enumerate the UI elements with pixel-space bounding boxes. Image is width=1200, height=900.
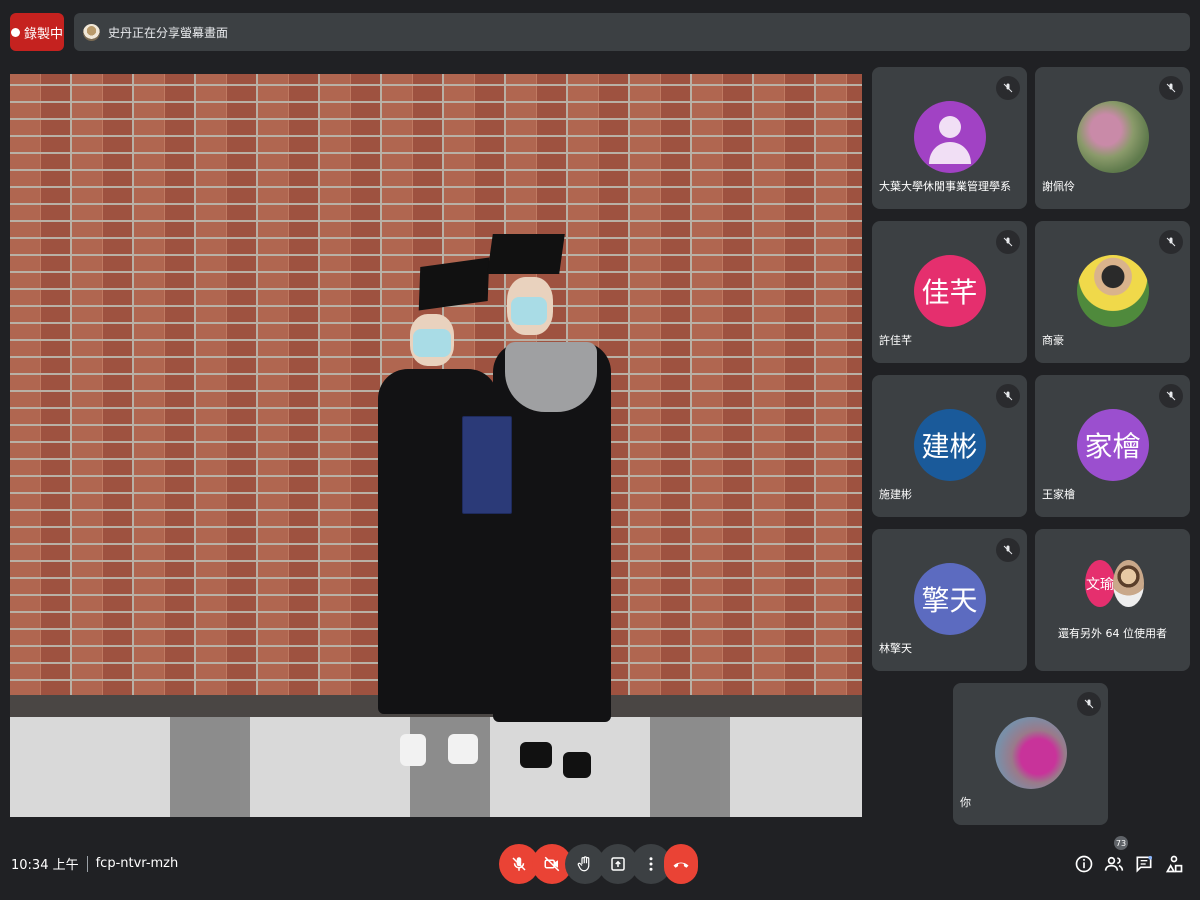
- participant-name: 林擎天: [879, 642, 912, 655]
- end-call-button[interactable]: [664, 844, 698, 884]
- mic-off-icon: [996, 76, 1020, 100]
- activities-icon: [1165, 855, 1183, 873]
- avatar: 建彬: [913, 409, 986, 481]
- participant-name: 許佳芊: [879, 334, 912, 347]
- avatar: [1076, 255, 1149, 327]
- recording-label: 錄製中: [23, 26, 63, 42]
- people-count-badge: 73: [1114, 836, 1128, 850]
- participant-tile[interactable]: 擎天 林擎天: [872, 529, 1027, 671]
- participant-name: 大葉大學休閒事業管理學系: [879, 180, 1011, 193]
- avatar: 擎天: [913, 563, 986, 635]
- presenting-banner: 史丹正在分享螢幕畫面: [74, 13, 1190, 51]
- participant-name: 施建彬: [879, 488, 912, 501]
- people-icon: [1104, 856, 1124, 871]
- presenting-text: 史丹正在分享螢幕畫面: [108, 25, 229, 40]
- mic-off-icon: [996, 230, 1020, 254]
- participant-tile[interactable]: 謝佩伶: [1035, 67, 1190, 209]
- participant-tile[interactable]: 商豪: [1035, 221, 1190, 363]
- avatar: 佳芊: [913, 255, 986, 327]
- avatar: 家檜: [1076, 409, 1149, 481]
- more-options-icon: [649, 857, 653, 871]
- avatar: [1113, 560, 1144, 607]
- avatar: 文瑜: [1085, 560, 1115, 607]
- participant-tile[interactable]: 佳芊 許佳芊: [872, 221, 1027, 363]
- graduate-professor: [485, 232, 625, 812]
- chat-icon: [1136, 855, 1153, 873]
- self-tile[interactable]: 你: [953, 683, 1108, 825]
- participant-tile[interactable]: 家檜 王家檜: [1035, 375, 1190, 517]
- shared-screen[interactable]: [10, 74, 862, 817]
- participant-tile[interactable]: 建彬 施建彬: [872, 375, 1027, 517]
- raise-hand-icon: [577, 856, 590, 872]
- present-icon: [611, 857, 625, 871]
- more-participants-label: 還有另外 64 位使用者: [1058, 627, 1167, 640]
- participant-name: 商豪: [1042, 334, 1064, 347]
- end-call-icon: [673, 862, 689, 868]
- mic-off-icon: [1159, 384, 1183, 408]
- recording-dot-icon: [10, 27, 20, 37]
- more-participants-tile[interactable]: 文瑜 還有另外 64 位使用者: [1035, 529, 1190, 671]
- chat-button[interactable]: [1130, 850, 1158, 878]
- recording-badge[interactable]: 錄製中: [10, 13, 64, 51]
- participant-name: 你: [960, 796, 971, 809]
- info-icon: [1075, 855, 1093, 873]
- people-button[interactable]: [1100, 850, 1128, 878]
- camera-off-icon: [544, 856, 560, 872]
- activities-button[interactable]: [1160, 850, 1188, 878]
- meeting-details-button[interactable]: [1070, 850, 1098, 878]
- mic-off-icon: [512, 857, 526, 871]
- avatar: [913, 101, 986, 173]
- mic-off-icon: [996, 538, 1020, 562]
- participant-name: 王家檜: [1042, 488, 1075, 501]
- meeting-code: fcp-ntvr-mzh: [95, 856, 179, 871]
- participant-name: 謝佩伶: [1042, 180, 1075, 193]
- presenter-avatar: [83, 23, 100, 41]
- mic-off-icon: [1077, 692, 1101, 716]
- clock-time: 10:34 上午: [11, 858, 79, 873]
- avatar: [994, 717, 1067, 789]
- diploma-folder: [462, 416, 512, 514]
- meeting-info: 10:34 上午 fcp-ntvr-mzh: [11, 854, 178, 873]
- mic-off-icon: [1159, 230, 1183, 254]
- avatar: [1076, 101, 1149, 173]
- participant-tile[interactable]: 大葉大學休閒事業管理學系: [872, 67, 1027, 209]
- mic-off-icon: [1159, 76, 1183, 100]
- divider: [86, 855, 88, 872]
- mic-off-icon: [996, 384, 1020, 408]
